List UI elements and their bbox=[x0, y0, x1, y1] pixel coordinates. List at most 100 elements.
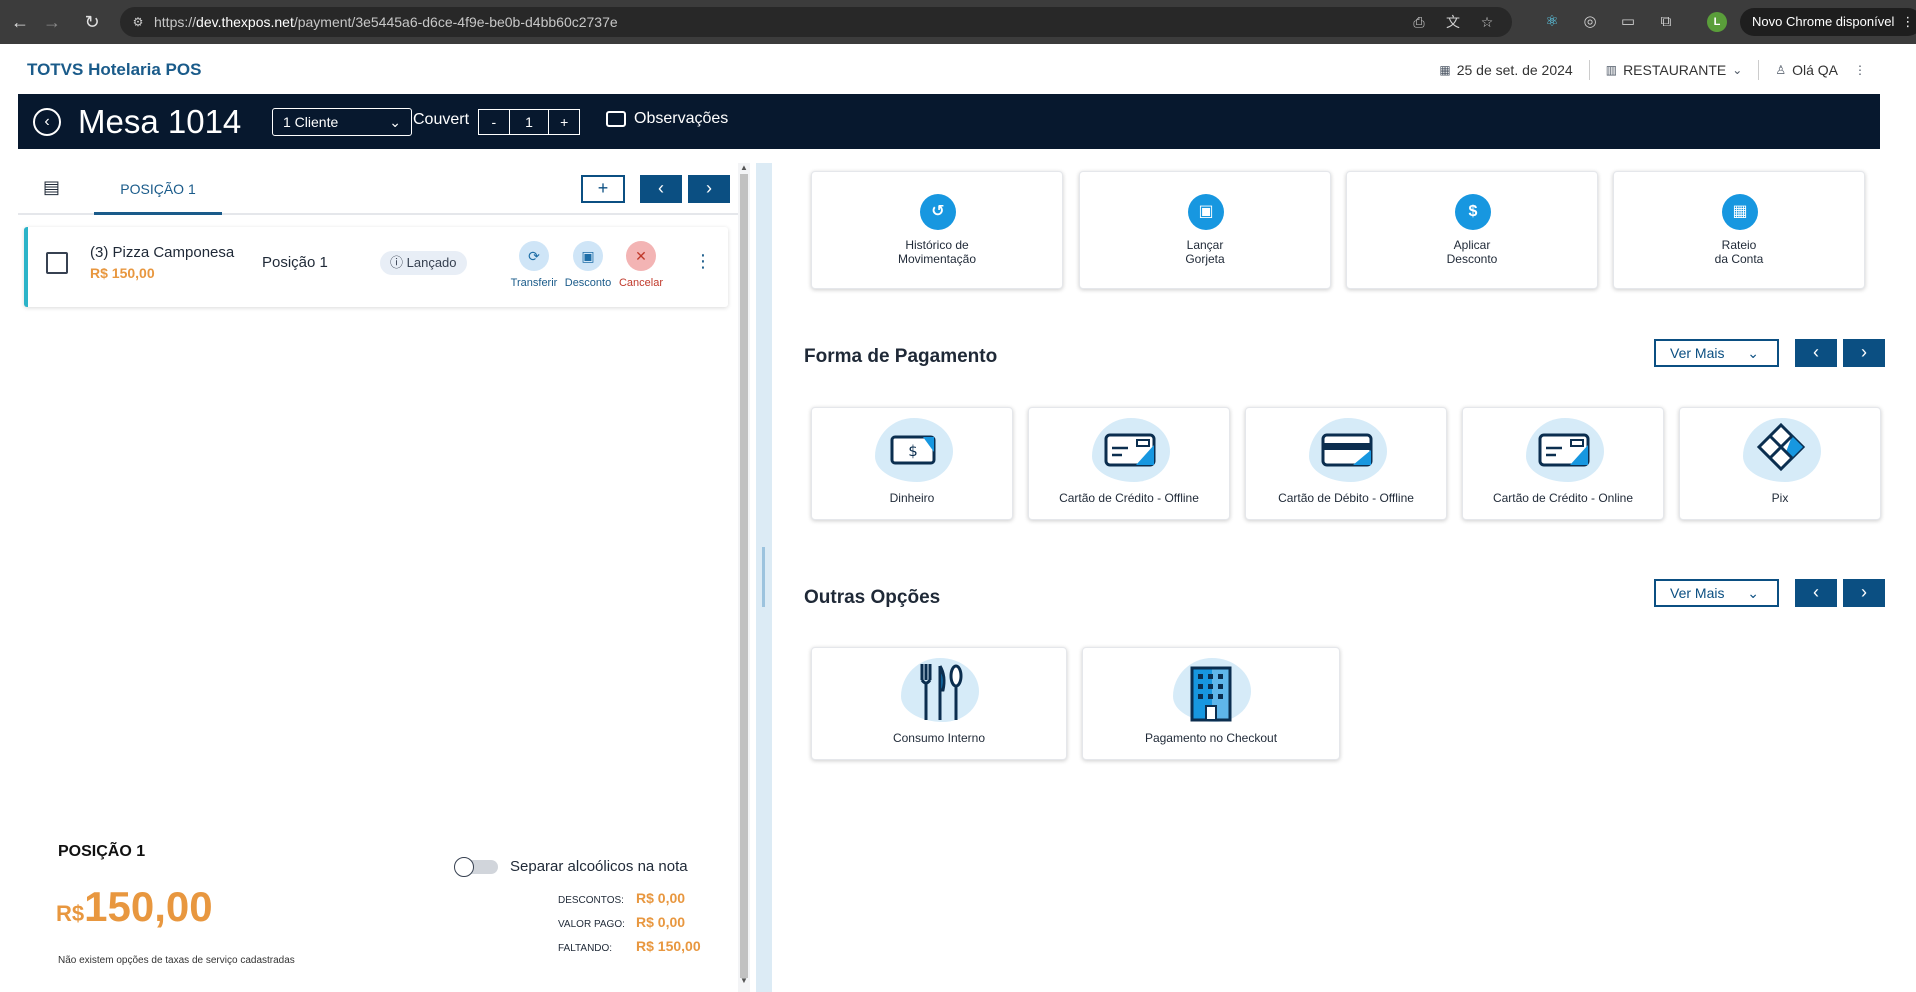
other-ver-mais-dropdown[interactable]: Ver Mais ⌄ bbox=[1654, 579, 1779, 607]
comment-icon bbox=[606, 111, 626, 127]
couvert-plus-button[interactable]: + bbox=[549, 110, 579, 134]
other-prev-button[interactable]: ‹ bbox=[1795, 579, 1837, 607]
totals-breakdown: DESCONTOS: R$ 0,00 VALOR PAGO: R$ 0,00 F… bbox=[558, 890, 738, 962]
transfer-icon: ⟳ bbox=[519, 241, 549, 271]
panel-splitter[interactable] bbox=[756, 163, 772, 992]
toggle-knob bbox=[454, 857, 474, 877]
bookmark-star-icon[interactable]: ☆ bbox=[1478, 13, 1496, 31]
other-options-title: Outras Opções bbox=[804, 587, 941, 608]
chevron-right-icon: › bbox=[706, 178, 712, 198]
payment-prev-button[interactable]: ‹ bbox=[1795, 339, 1837, 367]
add-position-button[interactable]: + bbox=[581, 175, 625, 203]
item-name: (3) Pizza Camponesa bbox=[90, 244, 235, 261]
rateio-conta-card[interactable]: ▦ Rateio da Conta bbox=[1613, 171, 1865, 289]
extension-target-icon[interactable]: ◎ bbox=[1580, 12, 1600, 32]
aplicar-desconto-card[interactable]: $ Aplicar Desconto bbox=[1346, 171, 1598, 289]
chrome-menu-icon[interactable]: ⋮ bbox=[1901, 8, 1914, 36]
item-more-icon[interactable]: ⋮ bbox=[694, 251, 712, 271]
translate-icon[interactable]: 文 bbox=[1444, 13, 1462, 31]
browser-chrome: ← → ↻ ⚙ https://dev.thexpos.net/payment/… bbox=[0, 0, 1916, 44]
payment-credito-offline-card[interactable]: Cartão de Crédito - Offline bbox=[1028, 407, 1230, 520]
back-button[interactable]: ‹ bbox=[33, 108, 61, 136]
client-select[interactable]: 1 Cliente ⌄ bbox=[272, 108, 412, 136]
order-item-card[interactable]: (3) Pizza Camponesa R$ 150,00 Posição 1 … bbox=[24, 227, 728, 307]
extensions-puzzle-icon[interactable]: ⧉ bbox=[1656, 12, 1676, 32]
new-chrome-available-button[interactable]: Novo Chrome disponível ⋮ bbox=[1740, 8, 1916, 36]
chevron-right-icon: › bbox=[1861, 342, 1867, 362]
site-settings-icon[interactable]: ⚙ bbox=[130, 14, 146, 30]
item-price: R$ 150,00 bbox=[90, 265, 155, 281]
url-text[interactable]: https://dev.thexpos.net/payment/3e5445a6… bbox=[154, 14, 618, 30]
item-position: Posição 1 bbox=[262, 254, 328, 271]
payment-pix-card[interactable]: Pix bbox=[1679, 407, 1881, 520]
chevron-down-icon: ⌄ bbox=[1732, 63, 1743, 77]
tab-posicao-1[interactable]: POSIÇÃO 1 bbox=[94, 163, 222, 215]
position-total: R$150,00 bbox=[56, 883, 213, 930]
info-icon: ⓘ bbox=[390, 255, 404, 270]
other-next-button[interactable]: › bbox=[1843, 579, 1885, 607]
summary-title: POSIÇÃO 1 bbox=[58, 843, 146, 860]
couvert-value[interactable]: 1 bbox=[508, 110, 550, 134]
user-menu[interactable]: ♙ Olá QA ⋮ bbox=[1759, 62, 1882, 78]
scroll-up-arrow-icon[interactable]: ▲ bbox=[740, 163, 748, 173]
scroll-down-arrow-icon[interactable]: ▼ bbox=[740, 976, 748, 986]
app-header: TOTVS Hotelaria POS ▦ 25 de set. de 2024… bbox=[0, 44, 1916, 94]
cutlery-icon bbox=[920, 664, 963, 720]
notes-icon[interactable]: ▤ bbox=[43, 177, 63, 197]
payment-credito-online-card[interactable]: Cartão de Crédito - Online bbox=[1462, 407, 1664, 520]
separate-alcohol-toggle[interactable] bbox=[454, 857, 500, 877]
payment-next-button[interactable]: › bbox=[1843, 339, 1885, 367]
pagamento-checkout-card[interactable]: Pagamento no Checkout bbox=[1082, 647, 1340, 760]
react-devtools-icon[interactable]: ⚛ bbox=[1542, 12, 1562, 32]
couvert-minus-button[interactable]: - bbox=[479, 110, 509, 134]
profile-avatar[interactable]: L bbox=[1707, 12, 1727, 32]
discount-ticket-icon: ▣ bbox=[573, 241, 603, 271]
payment-debito-offline-card[interactable]: Cartão de Débito - Offline bbox=[1245, 407, 1447, 520]
discount-button[interactable]: ▣ Desconto bbox=[561, 241, 615, 289]
chevron-down-icon: ⌄ bbox=[1747, 585, 1759, 601]
historico-movimentacao-card[interactable]: ↺ Histórico de Movimentação bbox=[811, 171, 1063, 289]
calendar-icon: ▦ bbox=[1439, 63, 1451, 77]
chevron-left-icon: ‹ bbox=[658, 178, 664, 198]
chevron-down-icon: ⌄ bbox=[389, 114, 401, 130]
paid-row: VALOR PAGO: R$ 0,00 bbox=[558, 914, 686, 930]
transfer-button[interactable]: ⟳ Transferir bbox=[507, 241, 561, 289]
hotel-building-icon bbox=[1190, 666, 1232, 722]
install-app-icon[interactable]: ⎙ bbox=[1410, 13, 1428, 31]
outlet-dropdown[interactable]: ▥ RESTAURANTE ⌄ bbox=[1590, 62, 1759, 78]
mesa-title: Mesa 1014 bbox=[78, 103, 242, 140]
brand-title: TOTVS Hotelaria POS bbox=[27, 60, 202, 79]
toggle-label: Separar alcoólicos na nota bbox=[510, 858, 688, 875]
chevron-right-icon: › bbox=[1861, 582, 1867, 602]
mesa-bar: ‹ Mesa 1014 1 Cliente ⌄ Couvert - 1 + Ob… bbox=[18, 94, 1880, 149]
forward-arrow-icon[interactable]: → bbox=[40, 10, 64, 34]
consumo-interno-card[interactable]: Consumo Interno bbox=[811, 647, 1067, 760]
reload-icon[interactable]: ↻ bbox=[80, 10, 104, 34]
calculator-icon: ▦ bbox=[1722, 194, 1758, 230]
date-display: ▦ 25 de set. de 2024 bbox=[1439, 62, 1573, 78]
payment-ver-mais-dropdown[interactable]: Ver Mais ⌄ bbox=[1654, 339, 1779, 367]
lancar-gorjeta-card[interactable]: ▣ Lançar Gorjeta bbox=[1079, 171, 1331, 289]
payment-dinheiro-card[interactable]: $ Dinheiro bbox=[811, 407, 1013, 520]
remaining-row: FALTANDO: R$ 150,00 bbox=[558, 938, 701, 954]
cancel-item-button[interactable]: ✕ Cancelar bbox=[614, 241, 668, 289]
item-checkbox[interactable] bbox=[46, 252, 68, 274]
positions-tabs: ▤ POSIÇÃO 1 + ‹ › bbox=[18, 163, 740, 215]
svg-text:$: $ bbox=[908, 442, 918, 460]
kebab-menu-icon[interactable]: ⋮ bbox=[1854, 63, 1866, 77]
prev-position-button[interactable]: ‹ bbox=[640, 175, 682, 203]
order-panel: ▤ POSIÇÃO 1 + ‹ › (3) Pizza Camponesa R$… bbox=[18, 163, 740, 992]
user-icon: ♙ bbox=[1775, 63, 1787, 77]
debit-card-icon bbox=[1321, 433, 1373, 467]
observacoes-button[interactable]: Observações bbox=[606, 110, 728, 128]
position-summary: POSIÇÃO 1 Separar alcoólicos na nota R$1… bbox=[18, 833, 740, 983]
next-position-button[interactable]: › bbox=[688, 175, 730, 203]
address-bar[interactable]: ⚙ https://dev.thexpos.net/payment/3e5445… bbox=[120, 7, 1512, 37]
wallet-icon: ▣ bbox=[1188, 194, 1224, 230]
back-arrow-icon[interactable]: ← bbox=[8, 10, 32, 34]
scrollbar-thumb[interactable] bbox=[740, 174, 748, 978]
close-icon: ✕ bbox=[626, 241, 656, 271]
extension-window-icon[interactable]: ▭ bbox=[1618, 12, 1638, 32]
chevron-left-icon: ‹ bbox=[1813, 342, 1819, 362]
splitter-grip[interactable] bbox=[762, 547, 765, 607]
